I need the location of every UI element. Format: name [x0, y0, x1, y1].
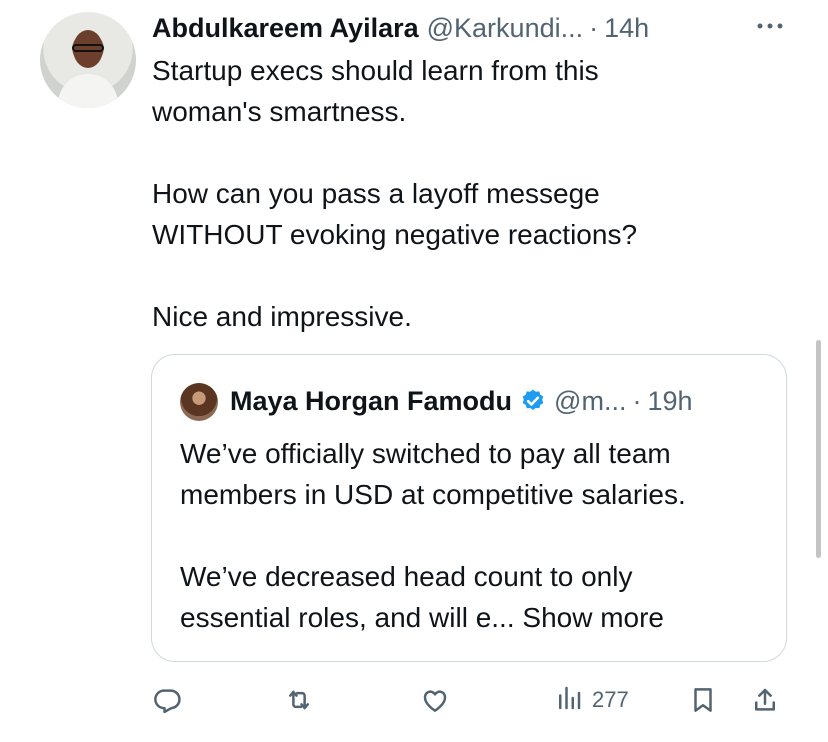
retweet-icon[interactable] [284, 682, 314, 718]
quote-line: members in USD at competitive salaries. [180, 479, 686, 510]
tweet-line: Nice and impressive. [152, 301, 412, 332]
quote-line: We’ve officially switched to pay all tea… [180, 438, 671, 469]
author-name[interactable]: Abdulkareem Ayilara [152, 13, 419, 44]
quote-author-avatar[interactable] [180, 383, 218, 421]
quote-author-handle[interactable]: @m... [554, 386, 626, 417]
quote-text: We’ve officially switched to pay all tea… [180, 433, 770, 638]
tweet-line: How can you pass a layoff messege [152, 178, 600, 209]
header-separator: · [589, 12, 599, 43]
tweet-text: Startup execs should learn from this wom… [152, 50, 792, 337]
quote-line: essential roles, and will e... Show more [180, 597, 770, 638]
views-count: 277 [592, 687, 629, 712]
tweet-line: woman's smartness. [152, 96, 407, 127]
reply-icon[interactable] [152, 682, 182, 718]
tweet-header: Abdulkareem Ayilara @Karkundi... · 14h [152, 8, 752, 48]
scrollbar[interactable] [816, 340, 821, 558]
quote-separator: · [632, 385, 642, 416]
avatar-shirt [58, 74, 118, 108]
author-handle[interactable]: @Karkundi... [427, 13, 583, 44]
show-more-link[interactable]: Show more [522, 602, 664, 633]
tweet-line: WITHOUT evoking negative reactions? [152, 219, 638, 250]
quote-header: Maya Horgan Famodu @m... · 19h [230, 377, 693, 425]
verified-badge-icon [520, 388, 546, 414]
share-icon[interactable] [750, 682, 780, 718]
more-horizontal-icon[interactable] [752, 12, 788, 40]
views-button[interactable]: 277 [554, 682, 629, 718]
quote-time[interactable]: 19h [647, 386, 692, 417]
tweet-line: Startup execs should learn from this [152, 55, 599, 86]
quote-line: We’ve decreased head count to only [180, 561, 633, 592]
bookmark-icon[interactable] [688, 682, 718, 718]
avatar-glasses [72, 44, 104, 52]
heart-icon[interactable] [420, 682, 450, 718]
quoted-tweet-card[interactable]: Maya Horgan Famodu @m... · 19h We’ve off… [151, 354, 787, 662]
quote-author-name[interactable]: Maya Horgan Famodu [230, 386, 512, 417]
views-chart-icon [554, 683, 584, 718]
quote-truncated-line: essential roles, and will e... [180, 602, 515, 633]
tweet-actions-bar: 277 [152, 676, 792, 724]
author-avatar[interactable] [40, 12, 136, 108]
tweet-time[interactable]: 14h [604, 13, 649, 44]
